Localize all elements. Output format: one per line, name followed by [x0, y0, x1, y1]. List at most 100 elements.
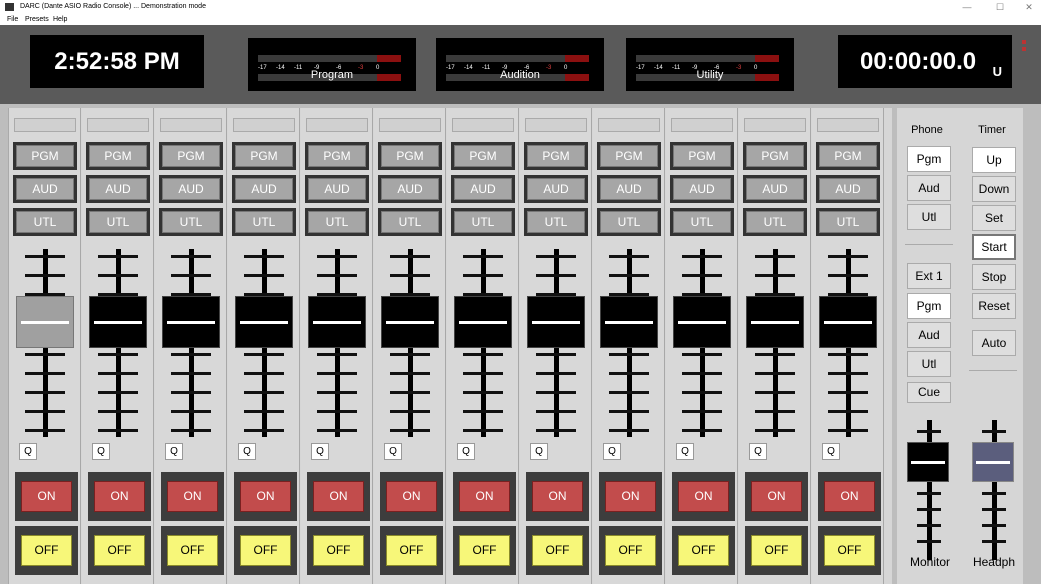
channel-off-button[interactable]: OFF [672, 526, 735, 575]
aud-assign-button[interactable]: AUD [232, 175, 296, 203]
channel-fader[interactable] [812, 245, 884, 441]
channel-name-field[interactable] [452, 118, 514, 132]
channel-on-button[interactable]: ON [161, 472, 224, 521]
aud-assign-button[interactable]: AUD [743, 175, 807, 203]
cue-q-button[interactable]: Q [19, 443, 37, 460]
channel-fader[interactable] [374, 245, 446, 441]
aud-assign-button[interactable]: AUD [451, 175, 515, 203]
channel-name-field[interactable] [306, 118, 368, 132]
fader-knob[interactable] [819, 296, 877, 348]
timer-set-button[interactable]: Set [972, 205, 1016, 231]
pgm-assign-button[interactable]: PGM [670, 142, 734, 170]
channel-off-button[interactable]: OFF [599, 526, 662, 575]
timer-stop-button[interactable]: Stop [972, 264, 1016, 290]
cue-q-button[interactable]: Q [749, 443, 767, 460]
channel-fader[interactable] [9, 245, 81, 441]
channel-on-button[interactable]: ON [380, 472, 443, 521]
channel-name-field[interactable] [817, 118, 879, 132]
pgm-assign-button[interactable]: PGM [451, 142, 515, 170]
cue-q-button[interactable]: Q [238, 443, 256, 460]
pgm-assign-button[interactable]: PGM [743, 142, 807, 170]
cue-q-button[interactable]: Q [603, 443, 621, 460]
fader-knob[interactable] [162, 296, 220, 348]
channel-off-button[interactable]: OFF [526, 526, 589, 575]
cue-q-button[interactable]: Q [457, 443, 475, 460]
cue-q-button[interactable]: Q [676, 443, 694, 460]
phone-aud-button[interactable]: Aud [907, 175, 951, 201]
channel-off-button[interactable]: OFF [307, 526, 370, 575]
pgm-assign-button[interactable]: PGM [13, 142, 77, 170]
pgm-assign-button[interactable]: PGM [378, 142, 442, 170]
monitor-fader[interactable] [904, 420, 954, 560]
channel-name-field[interactable] [598, 118, 660, 132]
pgm-assign-button[interactable]: PGM [524, 142, 588, 170]
cue-q-button[interactable]: Q [92, 443, 110, 460]
fader-knob[interactable] [907, 442, 949, 482]
menu-help[interactable]: Help [53, 16, 67, 23]
cue-q-button[interactable]: Q [530, 443, 548, 460]
channel-off-button[interactable]: OFF [380, 526, 443, 575]
phone-utl-button[interactable]: Utl [907, 204, 951, 230]
cue-q-button[interactable]: Q [822, 443, 840, 460]
headphone-fader[interactable] [969, 420, 1019, 560]
channel-off-button[interactable]: OFF [161, 526, 224, 575]
channel-name-field[interactable] [14, 118, 76, 132]
channel-on-button[interactable]: ON [88, 472, 151, 521]
utl-assign-button[interactable]: UTL [378, 208, 442, 236]
channel-off-button[interactable]: OFF [15, 526, 78, 575]
aud-assign-button[interactable]: AUD [524, 175, 588, 203]
timer-reset-button[interactable]: Reset [972, 293, 1016, 319]
channel-fader[interactable] [593, 245, 665, 441]
utl-assign-button[interactable]: UTL [232, 208, 296, 236]
aud-assign-button[interactable]: AUD [305, 175, 369, 203]
fader-knob[interactable] [308, 296, 366, 348]
pgm-assign-button[interactable]: PGM [305, 142, 369, 170]
fader-knob[interactable] [527, 296, 585, 348]
utl-assign-button[interactable]: UTL [159, 208, 223, 236]
channel-off-button[interactable]: OFF [745, 526, 808, 575]
aud-assign-button[interactable]: AUD [597, 175, 661, 203]
utl-assign-button[interactable]: UTL [305, 208, 369, 236]
channel-on-button[interactable]: ON [234, 472, 297, 521]
utl-assign-button[interactable]: UTL [597, 208, 661, 236]
timer-start-button[interactable]: Start [972, 234, 1016, 260]
fader-knob[interactable] [600, 296, 658, 348]
channel-on-button[interactable]: ON [453, 472, 516, 521]
channel-off-button[interactable]: OFF [453, 526, 516, 575]
cue-q-button[interactable]: Q [384, 443, 402, 460]
channel-on-button[interactable]: ON [307, 472, 370, 521]
channel-name-field[interactable] [87, 118, 149, 132]
channel-on-button[interactable]: ON [745, 472, 808, 521]
fader-knob[interactable] [746, 296, 804, 348]
channel-off-button[interactable]: OFF [234, 526, 297, 575]
aud-assign-button[interactable]: AUD [86, 175, 150, 203]
channel-name-field[interactable] [379, 118, 441, 132]
fader-knob[interactable] [89, 296, 147, 348]
fader-knob[interactable] [972, 442, 1014, 482]
fader-knob[interactable] [381, 296, 439, 348]
ext-aud-button[interactable]: Aud [907, 322, 951, 348]
pgm-assign-button[interactable]: PGM [816, 142, 880, 170]
pgm-assign-button[interactable]: PGM [597, 142, 661, 170]
maximize-button[interactable]: ☐ [988, 1, 1012, 13]
channel-name-field[interactable] [744, 118, 806, 132]
fader-knob[interactable] [235, 296, 293, 348]
pgm-assign-button[interactable]: PGM [232, 142, 296, 170]
utl-assign-button[interactable]: UTL [670, 208, 734, 236]
utl-assign-button[interactable]: UTL [451, 208, 515, 236]
aud-assign-button[interactable]: AUD [159, 175, 223, 203]
channel-name-field[interactable] [233, 118, 295, 132]
channel-on-button[interactable]: ON [818, 472, 881, 521]
channel-name-field[interactable] [160, 118, 222, 132]
channel-fader[interactable] [447, 245, 519, 441]
fader-knob[interactable] [673, 296, 731, 348]
channel-off-button[interactable]: OFF [818, 526, 881, 575]
channel-on-button[interactable]: ON [672, 472, 735, 521]
utl-assign-button[interactable]: UTL [86, 208, 150, 236]
channel-name-field[interactable] [525, 118, 587, 132]
ext-pgm-button[interactable]: Pgm [907, 293, 951, 319]
channel-fader[interactable] [520, 245, 592, 441]
minimize-button[interactable]: — [955, 1, 979, 13]
utl-assign-button[interactable]: UTL [743, 208, 807, 236]
cue-q-button[interactable]: Q [165, 443, 183, 460]
